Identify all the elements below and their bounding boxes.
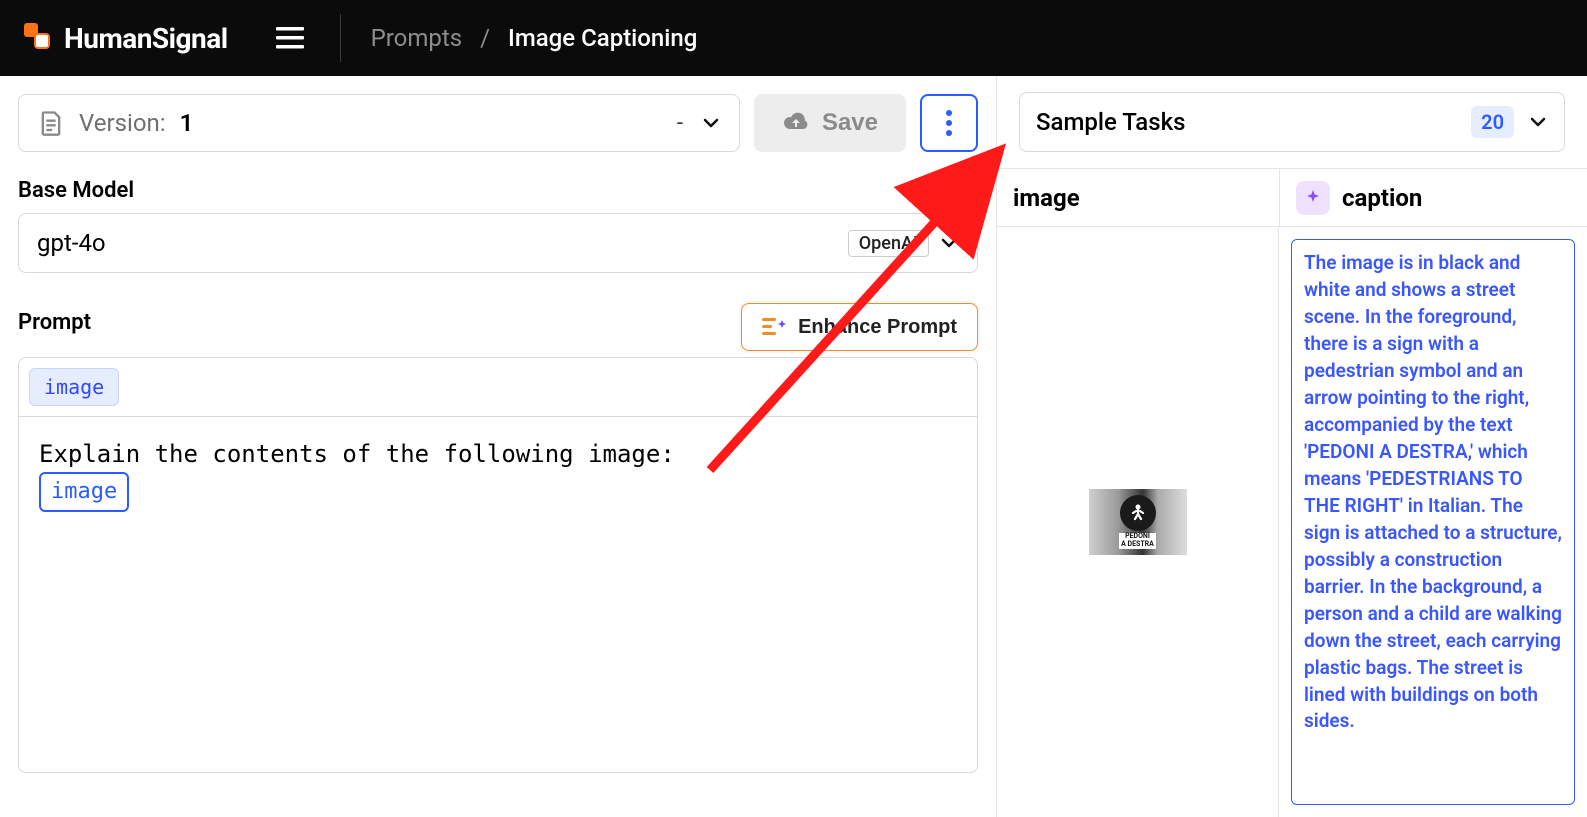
version-dropdown[interactable]: Version: 1 - <box>18 94 740 152</box>
kebab-icon <box>946 110 952 136</box>
cell-image[interactable]: PEDONIA DESTRA <box>997 227 1279 817</box>
header-divider <box>340 14 341 62</box>
variable-chip-image[interactable]: image <box>29 368 119 406</box>
left-panel: Version: 1 - Save Base Model gpt-4o Open… <box>0 76 997 817</box>
breadcrumb: Prompts / Image Captioning <box>371 24 698 52</box>
prompt-header: Prompt Enhance Prompt <box>18 303 978 351</box>
more-menu-button[interactable] <box>920 94 978 152</box>
column-header-caption-label: caption <box>1342 184 1422 212</box>
provider-chip: OpenAI <box>848 230 929 257</box>
column-header-caption[interactable]: caption <box>1279 169 1587 226</box>
breadcrumb-root[interactable]: Prompts <box>371 24 463 52</box>
column-header-image[interactable]: image <box>997 169 1279 226</box>
sample-tasks-dropdown[interactable]: Sample Tasks 20 <box>1019 92 1565 152</box>
sparkle-icon <box>1304 189 1322 207</box>
version-label: Version: <box>79 109 166 137</box>
right-panel: Sample Tasks 20 image caption PEDONI <box>997 76 1587 817</box>
pedestrian-icon <box>1120 495 1156 531</box>
sparkle-lines-icon <box>762 316 788 338</box>
sample-tasks-header: Sample Tasks 20 <box>997 76 1587 169</box>
version-dash: - <box>677 111 683 136</box>
base-model-label: Base Model <box>18 178 978 203</box>
logo-mark-icon <box>24 23 54 53</box>
breadcrumb-current: Image Captioning <box>508 24 697 52</box>
variable-chips-bar: image <box>18 357 978 417</box>
save-label: Save <box>822 109 878 137</box>
caption-text[interactable]: The image is in black and white and show… <box>1291 239 1575 805</box>
prompt-editor[interactable]: Explain the contents of the following im… <box>18 417 978 773</box>
cloud-upload-icon <box>782 111 810 135</box>
table-header: image caption <box>997 169 1587 227</box>
chevron-down-icon <box>701 113 721 133</box>
prompt-text: Explain the contents of the following im… <box>39 440 675 468</box>
app-header: HumanSignal Prompts / Image Captioning <box>0 0 1587 76</box>
enhance-prompt-button[interactable]: Enhance Prompt <box>741 303 978 351</box>
prompt-label: Prompt <box>18 310 91 335</box>
logo: HumanSignal <box>24 22 228 55</box>
ai-sparkle-badge <box>1296 181 1330 215</box>
sample-tasks-label: Sample Tasks <box>1036 108 1471 136</box>
enhance-label: Enhance Prompt <box>798 316 957 339</box>
brand-name: HumanSignal <box>64 22 228 55</box>
toolbar: Version: 1 - Save <box>18 94 978 152</box>
sample-tasks-count: 20 <box>1471 106 1514 138</box>
table-row: PEDONIA DESTRA The image is in black and… <box>997 227 1587 817</box>
breadcrumb-separator: / <box>480 24 490 52</box>
document-icon <box>37 109 65 137</box>
save-button[interactable]: Save <box>754 94 906 152</box>
version-number: 1 <box>180 109 194 137</box>
prompt-variable-image[interactable]: image <box>39 472 129 512</box>
hamburger-icon <box>276 27 304 49</box>
model-name: gpt-4o <box>37 229 106 257</box>
chevron-down-icon <box>939 233 959 253</box>
base-model-dropdown[interactable]: gpt-4o OpenAI <box>18 213 978 273</box>
thumbnail-image: PEDONIA DESTRA <box>1089 489 1187 555</box>
hamburger-menu-button[interactable] <box>270 18 310 58</box>
cell-caption: The image is in black and white and show… <box>1279 227 1587 817</box>
chevron-down-icon <box>1528 112 1548 132</box>
